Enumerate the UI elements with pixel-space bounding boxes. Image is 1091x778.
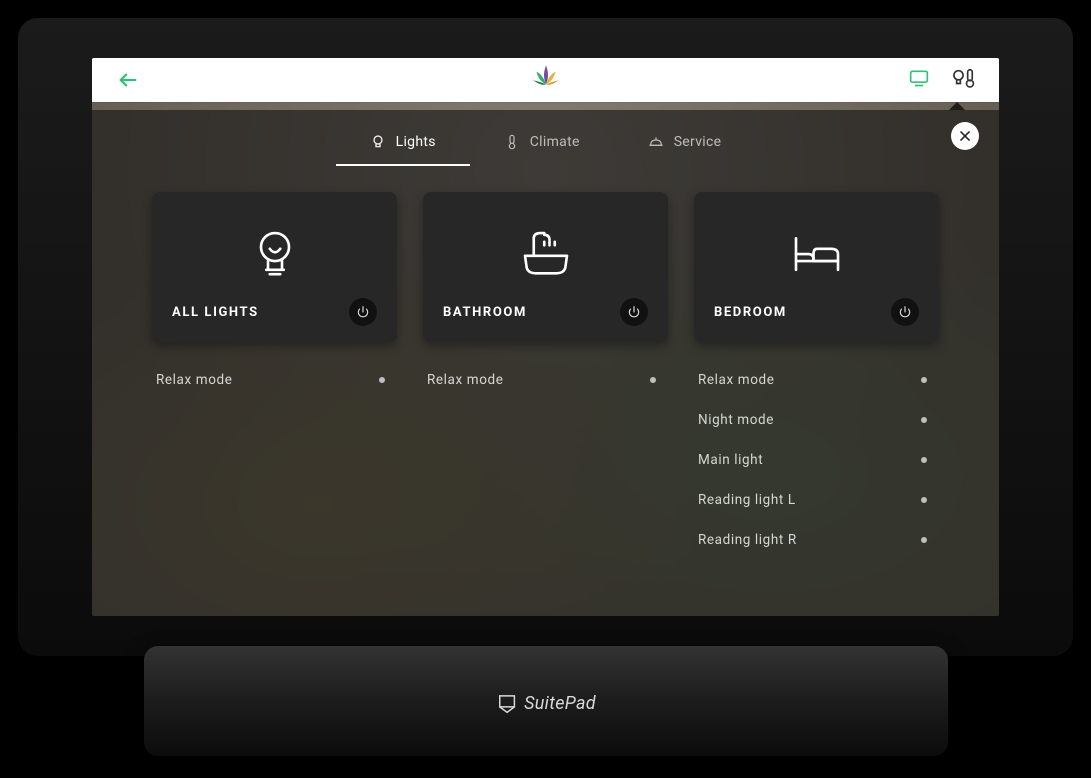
power-button[interactable] xyxy=(891,298,919,326)
panel-tabs: Lights Climate Service xyxy=(92,110,999,166)
mode-item[interactable]: Relax mode xyxy=(152,360,397,400)
bulb-thermometer-icon xyxy=(951,67,977,89)
card-title: ALL LIGHTS xyxy=(172,305,259,320)
dock-brand-label: SuitePad xyxy=(524,693,596,714)
tablet-screen: Lights Climate Service xyxy=(92,58,999,616)
mode-indicator xyxy=(921,457,927,463)
mode-item[interactable]: Night mode xyxy=(694,400,939,440)
tablet-dock: SuitePad xyxy=(144,646,948,756)
bed-icon xyxy=(789,226,845,282)
tablet-shell: Lights Climate Service xyxy=(18,18,1073,656)
column-all-lights: ALL LIGHTS Relax mode xyxy=(152,192,397,616)
tab-climate[interactable]: Climate xyxy=(470,128,614,166)
tab-label: Lights xyxy=(396,134,436,150)
power-button[interactable] xyxy=(349,298,377,326)
suitepad-logo-icon xyxy=(496,692,518,714)
room-control-panel: Lights Climate Service xyxy=(92,110,999,616)
card-bedroom[interactable]: BEDROOM xyxy=(694,192,939,342)
mode-label: Night mode xyxy=(698,412,774,428)
mode-list-bathroom: Relax mode xyxy=(423,360,668,400)
column-bathroom: BATHROOM Relax mode xyxy=(423,192,668,616)
lights-columns: ALL LIGHTS Relax mode xyxy=(92,166,999,616)
mode-indicator xyxy=(921,377,927,383)
mode-item[interactable]: Reading light R xyxy=(694,520,939,560)
tab-service[interactable]: Service xyxy=(614,128,756,166)
bulb-icon xyxy=(247,226,303,282)
mode-label: Reading light R xyxy=(698,532,797,548)
mode-list-all-lights: Relax mode xyxy=(152,360,397,400)
tab-label: Service xyxy=(674,134,722,150)
tv-button[interactable] xyxy=(907,68,931,92)
mode-item[interactable]: Relax mode xyxy=(423,360,668,400)
mode-item[interactable]: Main light xyxy=(694,440,939,480)
mode-item[interactable]: Relax mode xyxy=(694,360,939,400)
dock-brand: SuitePad xyxy=(496,692,596,714)
mode-indicator xyxy=(379,377,385,383)
power-button[interactable] xyxy=(620,298,648,326)
mode-label: Reading light L xyxy=(698,492,796,508)
power-icon xyxy=(356,305,370,319)
mode-item[interactable]: Reading light L xyxy=(694,480,939,520)
room-control-button[interactable] xyxy=(951,67,977,93)
mode-label: Relax mode xyxy=(156,372,232,388)
mode-indicator xyxy=(921,417,927,423)
card-bathroom[interactable]: BATHROOM xyxy=(423,192,668,342)
column-bedroom: BEDROOM Relax mode xyxy=(694,192,939,616)
close-button[interactable] xyxy=(951,122,979,150)
mode-indicator xyxy=(921,537,927,543)
menu-caret xyxy=(949,102,965,110)
arrow-left-icon xyxy=(114,69,142,91)
tab-lights[interactable]: Lights xyxy=(336,128,470,166)
mode-indicator xyxy=(650,377,656,383)
card-title: BATHROOM xyxy=(443,305,527,320)
mode-indicator xyxy=(921,497,927,503)
card-title: BEDROOM xyxy=(714,305,787,320)
mode-list-bedroom: Relax mode Night mode Main light Re xyxy=(694,360,939,560)
back-button[interactable] xyxy=(114,69,142,91)
bathtub-icon xyxy=(518,226,574,282)
mode-label: Relax mode xyxy=(698,372,774,388)
tab-label: Climate xyxy=(530,134,580,150)
power-icon xyxy=(898,305,912,319)
app-logo xyxy=(529,61,563,99)
lotus-icon xyxy=(529,61,563,95)
mode-label: Relax mode xyxy=(427,372,503,388)
mode-label: Main light xyxy=(698,452,763,468)
thermometer-icon xyxy=(504,134,520,150)
close-icon xyxy=(958,129,972,143)
power-icon xyxy=(627,305,641,319)
app-topbar xyxy=(92,58,999,102)
bell-icon xyxy=(648,134,664,150)
bulb-icon xyxy=(370,134,386,150)
card-all-lights[interactable]: ALL LIGHTS xyxy=(152,192,397,342)
tv-icon xyxy=(907,68,931,88)
